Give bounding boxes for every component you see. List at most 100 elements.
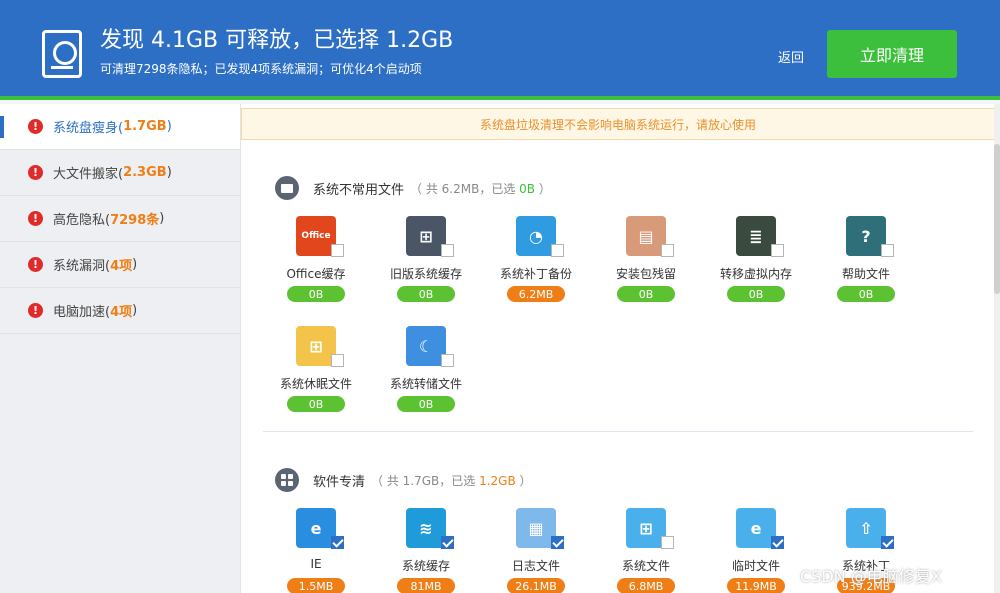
file-tile[interactable]: ⊞ 旧版系统缓存 0B — [371, 216, 481, 316]
watermark: CSDN @电脑修复X — [800, 567, 942, 586]
section-meta: （ 共 1.7GB，已选 1.2GB ） — [371, 473, 532, 488]
sidebar-item-privacy[interactable]: ! 高危隐私(7298条) — [0, 196, 240, 242]
sidebar-item-speedup[interactable]: ! 电脑加速(4项) — [0, 288, 240, 334]
section-divider — [263, 431, 973, 432]
select-checkbox[interactable] — [881, 536, 894, 549]
log-file-icon: ▦ — [516, 508, 556, 548]
file-tile[interactable]: ⊞ 系统休眠文件 0B — [261, 326, 371, 426]
select-checkbox[interactable] — [881, 244, 894, 257]
sidebar-item-large-files[interactable]: ! 大文件搬家(2.3GB) — [0, 150, 240, 196]
patch-backup-icon: ◔ — [516, 216, 556, 256]
package-icon: ▤ — [626, 216, 666, 256]
tile-label: 系统文件 — [621, 559, 670, 573]
select-checkbox[interactable] — [661, 536, 674, 549]
size-badge: 0B — [617, 286, 675, 302]
size-badge: 81MB — [397, 578, 455, 593]
disk-icon — [42, 30, 82, 78]
page-title: 发现 4.1GB 可释放，已选择 1.2GB — [100, 28, 454, 53]
size-badge: 6.2MB — [507, 286, 565, 302]
tile-label: 旧版系统缓存 — [389, 267, 462, 281]
hibernate-icon: ⊞ — [296, 326, 336, 366]
select-checkbox[interactable] — [661, 244, 674, 257]
warning-icon: ! — [28, 303, 43, 318]
warning-icon: ! — [28, 165, 43, 180]
sidebar-item-amount: 2.3GB — [123, 165, 167, 180]
sidebar-item-label: 大文件搬家( — [53, 167, 124, 182]
scroll-thumb[interactable] — [994, 144, 1000, 294]
sidebar-item-amount: 4项 — [110, 305, 133, 320]
sidebar-item-vulnerabilities[interactable]: ! 系统漏洞(4项) — [0, 242, 240, 288]
sidebar-item-system-disk[interactable]: ! 系统盘瘦身(1.7GB) — [0, 104, 240, 150]
select-checkbox[interactable] — [331, 244, 344, 257]
tile-label: 安装包残留 — [615, 267, 676, 281]
file-tile[interactable]: ? 帮助文件 0B — [811, 216, 921, 316]
size-badge: 0B — [287, 286, 345, 302]
main-panel: 系统盘垃圾清理不会影响电脑系统运行，请放心使用 系统不常用文件 （ 共 6.2M… — [240, 104, 1000, 593]
sidebar-item-paren: ) — [166, 165, 172, 180]
warning-icon: ! — [28, 119, 43, 134]
section-selected: 1.2GB — [479, 473, 516, 488]
sidebar-item-paren: ) — [159, 211, 165, 226]
back-link[interactable]: 返回 — [778, 47, 804, 66]
file-tile[interactable]: ◔ 系统补丁备份 6.2MB — [481, 216, 591, 316]
file-tile[interactable]: ☾ 系统转储文件 0B — [371, 326, 481, 426]
system-cache-icon: ≋ — [406, 508, 446, 548]
apps-icon — [275, 468, 299, 492]
select-checkbox[interactable] — [551, 536, 564, 549]
file-tile[interactable]: e IE 1.5MB — [261, 508, 371, 593]
select-checkbox[interactable] — [441, 354, 454, 367]
tile-label: IE — [310, 557, 322, 571]
section-title: 软件专清 — [313, 474, 366, 490]
section-header-uncommon-files: 系统不常用文件 （ 共 6.2MB，已选 0B ） — [275, 176, 551, 200]
file-tile[interactable]: Office Office缓存 0B — [261, 216, 371, 316]
select-checkbox[interactable] — [441, 536, 454, 549]
select-checkbox[interactable] — [331, 536, 344, 549]
temp-folder-icon: e — [736, 508, 776, 548]
tile-label: 系统休眠文件 — [279, 377, 352, 391]
file-tile[interactable]: ≣ 转移虚拟内存 0B — [701, 216, 811, 316]
section-header-software-clean: 软件专清 （ 共 1.7GB，已选 1.2GB ） — [275, 468, 532, 492]
size-badge: 0B — [397, 286, 455, 302]
size-badge: 6.8MB — [617, 578, 675, 593]
memory-icon: ≣ — [736, 216, 776, 256]
select-checkbox[interactable] — [331, 354, 344, 367]
folder-icon — [275, 176, 299, 200]
file-tile[interactable]: ▦ 日志文件 26.1MB — [481, 508, 591, 593]
size-badge: 1.5MB — [287, 578, 345, 593]
section-title: 系统不常用文件 — [313, 182, 405, 198]
clean-now-button[interactable]: 立即清理 — [827, 30, 957, 78]
file-tile[interactable]: ⊞ 系统文件 6.8MB — [591, 508, 701, 593]
sidebar-item-amount: 7298条 — [110, 213, 160, 228]
warning-icon: ! — [28, 211, 43, 226]
system-folder-icon: ⊞ — [626, 508, 666, 548]
office-icon: Office — [296, 216, 336, 256]
tile-label: 系统转储文件 — [389, 377, 462, 391]
sidebar-item-label: 高危隐私( — [53, 213, 111, 228]
size-badge: 0B — [397, 396, 455, 412]
size-badge: 0B — [837, 286, 895, 302]
tile-label: 帮助文件 — [841, 267, 890, 281]
sidebar-item-paren: ) — [166, 119, 172, 134]
file-tile[interactable]: e 临时文件 11.9MB — [701, 508, 811, 593]
file-tile[interactable]: ▤ 安装包残留 0B — [591, 216, 701, 316]
size-badge: 26.1MB — [507, 578, 565, 593]
sidebar-item-label: 电脑加速( — [53, 305, 111, 320]
warning-icon: ! — [28, 257, 43, 272]
scrollbar[interactable] — [994, 104, 1000, 593]
patch-folder-icon: ⇧ — [846, 508, 886, 548]
section-meta: （ 共 6.2MB，已选 0B ） — [410, 181, 551, 196]
select-checkbox[interactable] — [551, 244, 564, 257]
sidebar-item-amount: 1.7GB — [123, 119, 167, 134]
file-tile[interactable]: ≋ 系统缓存 81MB — [371, 508, 481, 593]
sidebar-item-paren: ) — [132, 257, 138, 272]
tile-label: 转移虚拟内存 — [719, 267, 792, 281]
select-checkbox[interactable] — [771, 536, 784, 549]
sidebar-item-amount: 4项 — [110, 259, 133, 274]
tile-label: 系统缓存 — [401, 559, 450, 573]
dump-icon: ☾ — [406, 326, 446, 366]
tile-label: 日志文件 — [511, 559, 560, 573]
select-checkbox[interactable] — [441, 244, 454, 257]
select-checkbox[interactable] — [771, 244, 784, 257]
sidebar-item-label: 系统漏洞( — [53, 259, 111, 274]
sidebar: ! 系统盘瘦身(1.7GB) ! 大文件搬家(2.3GB) ! 高危隐私(729… — [0, 104, 240, 593]
